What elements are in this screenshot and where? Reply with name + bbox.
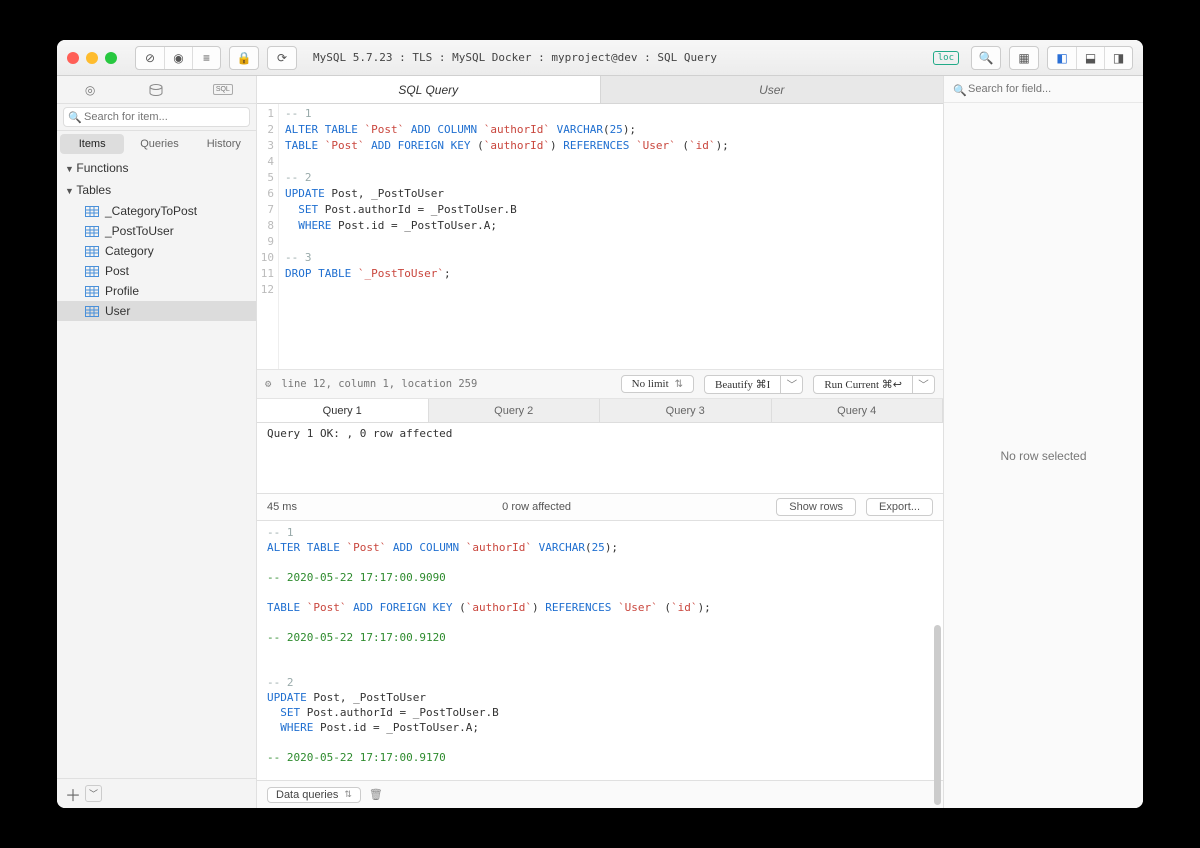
log-scrollbar[interactable] xyxy=(934,625,941,805)
layout-right-button[interactable]: ◨ xyxy=(1104,47,1132,69)
table-item-user[interactable]: User xyxy=(57,301,256,321)
run-menu-button[interactable]: ﹀ xyxy=(913,375,935,394)
query-time: 45 ms xyxy=(267,501,297,513)
show-rows-button[interactable]: Show rows xyxy=(776,498,856,516)
right-panel-search: 🔍 xyxy=(944,76,1143,103)
table-item-_categorytopost[interactable]: _CategoryToPost xyxy=(57,201,256,221)
query-tab-1[interactable]: Query 1 xyxy=(257,399,429,422)
sidebar-tab-items[interactable]: Items xyxy=(60,134,124,154)
add-menu-button[interactable]: ﹀ xyxy=(85,785,102,802)
query-log[interactable]: -- 1ALTER TABLE `Post` ADD COLUMN `autho… xyxy=(257,521,943,780)
run-button[interactable]: Run Current ⌘↩ xyxy=(813,375,913,394)
query-result-message: Query 1 OK: , 0 row affected xyxy=(257,423,943,493)
limit-selector[interactable]: No limit⇅ xyxy=(621,375,694,393)
table-label: _CategoryToPost xyxy=(105,204,197,218)
table-icon xyxy=(85,226,99,237)
sidebar-tab-queries[interactable]: Queries xyxy=(127,131,191,157)
toolbar-group-refresh: ⟳ xyxy=(267,46,297,70)
sidebar-tabs: Items Queries History xyxy=(57,131,256,157)
sidebar-tab-history[interactable]: History xyxy=(192,131,256,157)
tree-tables-header[interactable]: Tables xyxy=(57,179,256,201)
search-toolbar-button[interactable]: 🔍 xyxy=(972,47,1000,69)
reveal-button[interactable]: ◉ xyxy=(164,47,192,69)
bottom-bar: Data queries⇅ 🗑 xyxy=(257,780,943,808)
toolbar-group-lock: 🔒 xyxy=(229,46,259,70)
tree-functions-header[interactable]: Functions xyxy=(57,157,256,179)
stop-button[interactable]: ⊘ xyxy=(136,47,164,69)
table-item-category[interactable]: Category xyxy=(57,241,256,261)
table-icon xyxy=(85,306,99,317)
minimize-window-button[interactable] xyxy=(86,52,98,64)
query-tab-2[interactable]: Query 2 xyxy=(429,399,601,422)
sidebar-tree: Functions Tables _CategoryToPost _PostToU… xyxy=(57,157,256,778)
titlebar: ⊘ ◉ ≡ 🔒 ⟳ MySQL 5.7.23 : TLS : MySQL Doc… xyxy=(57,40,1143,76)
beautify-menu-button[interactable]: ﹀ xyxy=(781,375,803,394)
table-label: Category xyxy=(105,244,154,258)
list-button[interactable]: ≡ xyxy=(192,47,220,69)
main-tabs: SQL Query User xyxy=(257,76,943,104)
rows-affected: 0 row affected xyxy=(502,501,571,513)
sidebar-search: 🔍 xyxy=(57,104,256,131)
table-label: _PostToUser xyxy=(105,224,174,238)
mode-sql-icon[interactable]: SQL xyxy=(190,76,256,103)
table-icon xyxy=(85,266,99,277)
table-icon xyxy=(85,286,99,297)
table-item-profile[interactable]: Profile xyxy=(57,281,256,301)
table-item-post[interactable]: Post xyxy=(57,261,256,281)
mode-data-icon[interactable] xyxy=(123,76,189,103)
layout-toggle-group: ◧ ⬓ ◨ xyxy=(1047,46,1133,70)
beautify-button[interactable]: Beautify ⌘I xyxy=(704,375,781,394)
search-icon: 🔍 xyxy=(953,84,967,97)
gear-icon[interactable]: ⚙ xyxy=(265,378,271,390)
right-panel-empty: No row selected xyxy=(944,103,1143,808)
export-button[interactable]: Export... xyxy=(866,498,933,516)
editor-statusbar: ⚙ line 12, column 1, location 259 No lim… xyxy=(257,369,943,399)
layout-left-button[interactable]: ◧ xyxy=(1048,47,1076,69)
trash-icon[interactable]: 🗑 xyxy=(369,788,383,801)
table-label: Profile xyxy=(105,284,139,298)
table-icon xyxy=(85,246,99,257)
mode-structure-icon[interactable]: ◎ xyxy=(57,76,123,103)
table-label: Post xyxy=(105,264,129,278)
query-result-tabs: Query 1Query 2Query 3Query 4 xyxy=(257,399,943,423)
editor-gutter: 123456789101112 xyxy=(257,104,279,369)
sidebar-footer: ＋ ﹀ xyxy=(57,778,256,808)
sidebar: ◎ SQL 🔍 Items Queries History Functions … xyxy=(57,76,257,808)
editor-code[interactable]: -- 1ALTER TABLE `Post` ADD COLUMN `autho… xyxy=(279,104,735,369)
main-tab-user[interactable]: User xyxy=(601,76,944,103)
sql-editor[interactable]: 123456789101112 -- 1ALTER TABLE `Post` A… xyxy=(257,104,943,369)
cursor-position: line 12, column 1, location 259 xyxy=(281,378,477,390)
query-tab-4[interactable]: Query 4 xyxy=(772,399,944,422)
local-badge: loc xyxy=(933,51,959,65)
chevron-updown-icon: ⇅ xyxy=(675,379,683,390)
right-panel: 🔍 No row selected xyxy=(943,76,1143,808)
table-label: User xyxy=(105,304,130,318)
grid-toolbar-button[interactable]: ▦ xyxy=(1010,47,1038,69)
table-item-_posttouser[interactable]: _PostToUser xyxy=(57,221,256,241)
app-window: ⊘ ◉ ≡ 🔒 ⟳ MySQL 5.7.23 : TLS : MySQL Doc… xyxy=(57,40,1143,808)
close-window-button[interactable] xyxy=(67,52,79,64)
field-search-input[interactable] xyxy=(948,80,1139,98)
main-tab-sql-query[interactable]: SQL Query xyxy=(257,76,601,103)
search-icon: 🔍 xyxy=(68,111,82,124)
toolbar-group-nav: ⊘ ◉ ≡ xyxy=(135,46,221,70)
layout-bottom-button[interactable]: ⬓ xyxy=(1076,47,1104,69)
query-tab-3[interactable]: Query 3 xyxy=(600,399,772,422)
sidebar-search-input[interactable] xyxy=(63,107,250,127)
window-controls xyxy=(67,52,117,64)
table-icon xyxy=(85,206,99,217)
lock-icon[interactable]: 🔒 xyxy=(230,47,258,69)
chevron-updown-icon: ⇅ xyxy=(344,789,352,800)
mode-selector[interactable]: Data queries⇅ xyxy=(267,787,361,803)
breadcrumb: MySQL 5.7.23 : TLS : MySQL Docker : mypr… xyxy=(305,51,925,64)
result-bar: 45 ms 0 row affected Show rows Export... xyxy=(257,493,943,521)
refresh-button[interactable]: ⟳ xyxy=(268,47,296,69)
sidebar-mode-switch: ◎ SQL xyxy=(57,76,256,104)
main-content: SQL Query User 123456789101112 -- 1ALTER… xyxy=(257,76,943,808)
zoom-window-button[interactable] xyxy=(105,52,117,64)
add-button[interactable]: ＋ xyxy=(65,782,81,806)
